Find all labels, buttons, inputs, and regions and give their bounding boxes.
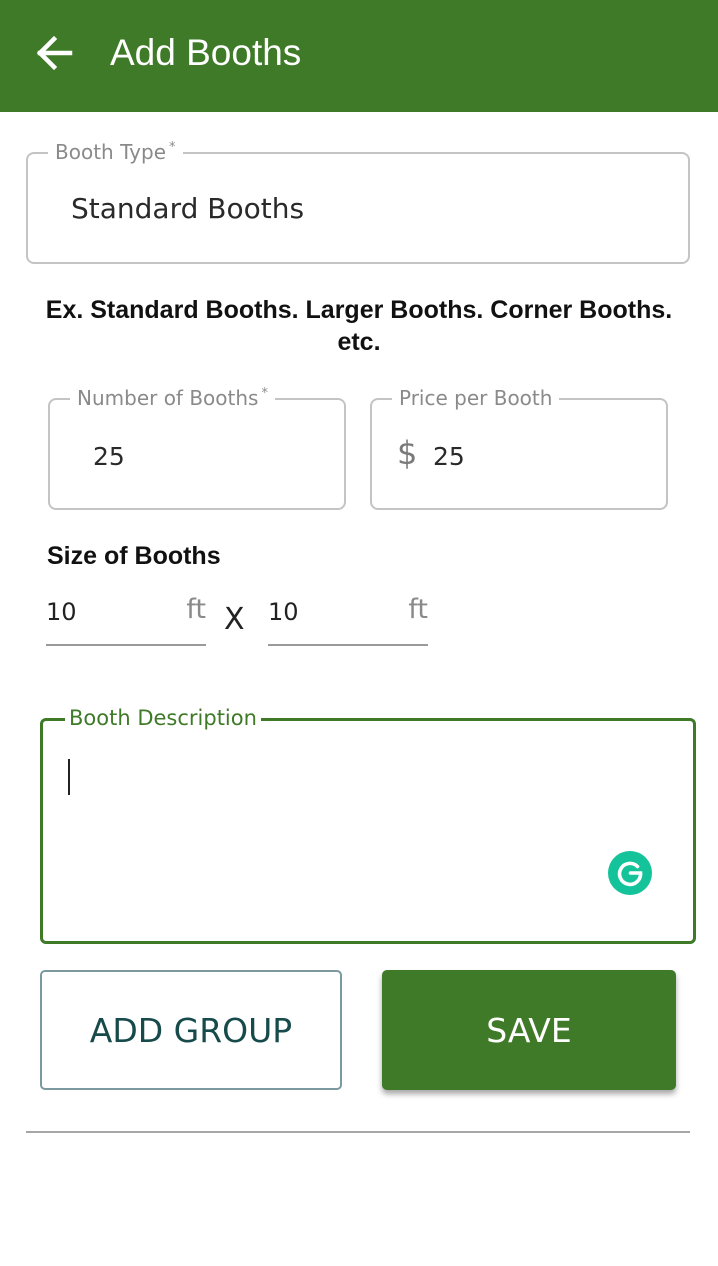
size-of-booths-heading: Size of Booths <box>47 542 221 570</box>
page-title: Add Booths <box>110 32 302 73</box>
booth-type-label-text: Booth Type <box>55 140 167 164</box>
booth-length-unit: ft <box>408 594 428 625</box>
booth-type-value: Standard Booths <box>71 192 305 225</box>
booth-type-hint: Ex. Standard Booths. Larger Booths. Corn… <box>45 296 673 356</box>
divider <box>26 1131 690 1133</box>
grammarly-icon[interactable] <box>608 851 652 895</box>
booth-length-value: 10 <box>268 598 299 626</box>
currency-symbol: $ <box>397 434 418 472</box>
number-of-booths-label-text: Number of Booths <box>77 386 259 410</box>
booth-type-field[interactable]: Booth Type * Standard Booths <box>26 139 690 264</box>
booth-width-input[interactable]: 10 ft <box>46 584 206 646</box>
booth-description-label: Booth Description <box>65 705 261 731</box>
arrow-left-icon <box>36 35 73 71</box>
required-mark: * <box>169 140 176 155</box>
number-of-booths-value: 25 <box>93 442 125 471</box>
booth-width-value: 10 <box>46 598 77 626</box>
size-separator: X <box>224 602 245 637</box>
booth-type-label: Booth Type * <box>48 139 183 165</box>
price-per-booth-field[interactable]: Price per Booth $ 25 <box>370 385 668 510</box>
number-of-booths-label: Number of Booths * <box>70 385 275 411</box>
app-bar: Add Booths <box>0 0 718 112</box>
number-of-booths-field[interactable]: Number of Booths * 25 <box>48 385 346 510</box>
back-button[interactable] <box>30 30 78 76</box>
booth-length-input[interactable]: 10 ft <box>268 584 428 646</box>
required-mark: * <box>261 386 268 401</box>
booth-description-field[interactable]: Booth Description <box>40 705 696 944</box>
save-button[interactable]: SAVE <box>382 970 676 1090</box>
price-per-booth-label: Price per Booth <box>392 385 560 411</box>
add-group-button[interactable]: ADD GROUP <box>40 970 342 1090</box>
booth-width-unit: ft <box>186 594 206 625</box>
grammarly-glyph <box>617 861 643 887</box>
price-per-booth-value: 25 <box>433 442 465 471</box>
text-cursor <box>68 759 70 795</box>
